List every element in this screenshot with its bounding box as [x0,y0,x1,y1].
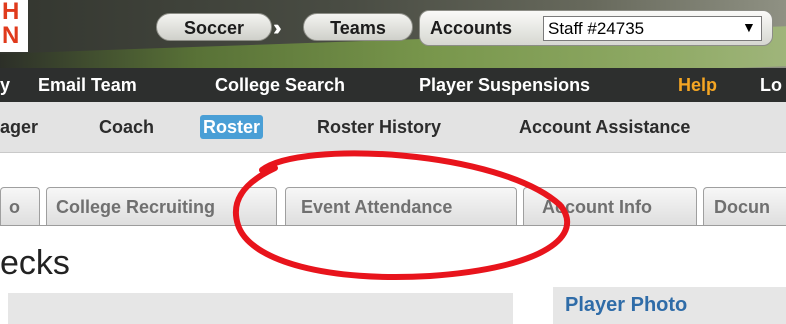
player-photo-panel: Player Photo [553,287,786,324]
sub-nav-roster[interactable]: Roster [200,115,264,139]
breadcrumb-sport-button[interactable]: Soccer [156,13,272,41]
breadcrumb-chevron-icon: ›› [273,15,282,40]
tab-bar: o College Recruiting Event Attendance Ac… [0,184,786,226]
logo-text-top: H [2,0,20,25]
accounts-selector: Accounts Staff #24735 ▼ [419,10,773,46]
account-select[interactable]: Staff #24735 [543,16,762,41]
logo-text-bottom: N [2,22,20,49]
main-nav-help[interactable]: Help [678,68,717,102]
player-photo-title: Player Photo [565,294,688,316]
tab-college-recruiting[interactable]: College Recruiting [46,187,277,225]
main-nav-email-team[interactable]: Email Team [38,68,137,102]
main-nav: y Email Team College Search Player Suspe… [0,68,786,102]
site-logo[interactable]: H N [0,0,28,52]
sub-nav: ager Coach Roster Roster History Account… [0,102,786,153]
breadcrumb-teams-button[interactable]: Teams [303,13,413,41]
tab-documents-partial[interactable]: Docun [703,187,786,225]
tab-event-attendance[interactable]: Event Attendance [285,187,517,225]
sub-nav-account-assistance[interactable]: Account Assistance [519,114,690,140]
page-title: ecks [0,244,70,282]
tab-account-info[interactable]: Account Info [523,187,697,225]
sub-nav-roster-history[interactable]: Roster History [317,114,441,140]
content-panel-left [8,293,513,324]
tab-bar-baseline [0,225,786,226]
accounts-label: Accounts [430,18,513,38]
main-nav-item-partial[interactable]: y [0,68,10,102]
main-nav-logout-partial[interactable]: Lo [760,68,782,102]
main-nav-player-suspensions[interactable]: Player Suspensions [419,68,590,102]
main-nav-college-search[interactable]: College Search [215,68,345,102]
tab-partial-left[interactable]: o [0,187,40,225]
sub-nav-manager-partial[interactable]: ager [0,114,38,140]
header-banner: H N Soccer ›› Teams Accounts Staff #2473… [0,0,786,68]
sub-nav-coach[interactable]: Coach [99,114,154,140]
